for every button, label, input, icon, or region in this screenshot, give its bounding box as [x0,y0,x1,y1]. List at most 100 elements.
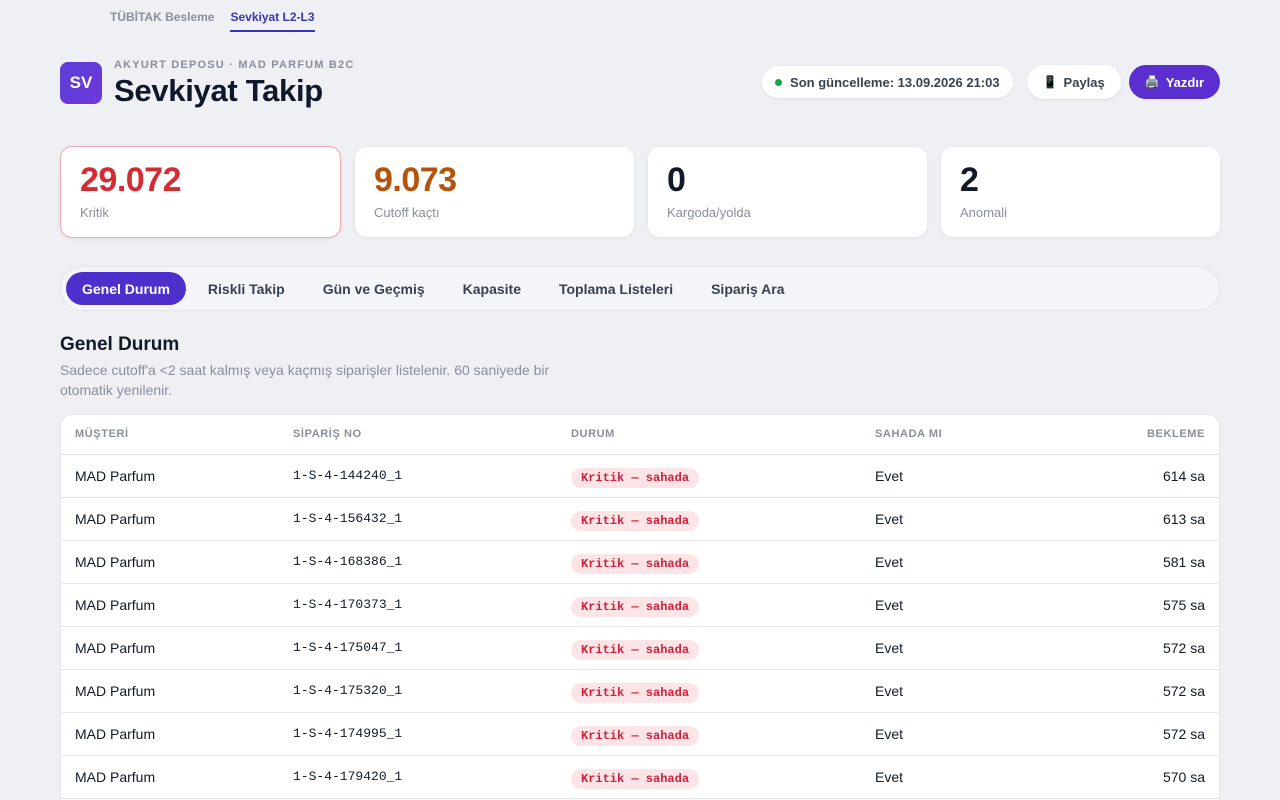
cell-wait: 581 sa [1061,540,1219,584]
card-kritik[interactable]: 29.072 Kritik [60,146,341,238]
header-actions: Son güncelleme: 13.09.2026 21:03 📱 Payla… [762,65,1220,99]
column-header-order-no[interactable]: SİPARİŞ NO [279,415,557,455]
cell-wait: 575 sa [1061,583,1219,627]
column-header-status[interactable]: DURUM [557,415,861,455]
card-cutoff-kacti[interactable]: 9.073 Cutoff kaçtı [355,147,634,237]
section-description: Sadece cutoff'a <2 saat kalmış veya kaçm… [60,362,550,398]
cell-wait: 614 sa [1061,454,1219,498]
cell-customer: MAD Parfum [61,540,279,584]
status-badge: Kritik — sahada [571,596,700,617]
cell-in-field: Evet [861,497,1061,541]
cell-in-field: Evet [861,583,1061,627]
cell-wait: 613 sa [1061,497,1219,541]
table-row[interactable]: MAD Parfum 1-S-4-175320_1 Kritik — sahada E… [61,669,1219,713]
card-value: 29.072 [80,161,182,199]
orders-table: MÜŞTERİ SİPARİŞ NO DURUM SAHADA MI BEKLE… [61,415,1219,799]
cell-status: Kritik — sahada [557,583,861,627]
cell-order-no: 1-S-4-170373_1 [279,583,557,627]
last-update-text: Son güncelleme: 13.09.2026 21:03 [790,74,1000,90]
column-header-wait[interactable]: BEKLEME [1061,415,1219,455]
table-row[interactable]: MAD Parfum 1-S-4-174995_1 Kritik — sahada E… [61,712,1219,756]
table-row[interactable]: MAD Parfum 1-S-4-170373_1 Kritik — sahada E… [61,583,1219,627]
cell-wait: 572 sa [1061,626,1219,670]
table-row[interactable]: MAD Parfum 1-S-4-156432_1 Kritik — sahada E… [61,497,1219,541]
orders-table-container: MÜŞTERİ SİPARİŞ NO DURUM SAHADA MI BEKLE… [60,414,1220,800]
status-badge: Kritik — sahada [571,467,700,488]
cell-customer: MAD Parfum [61,626,279,670]
cell-status: Kritik — sahada [557,712,861,756]
status-badge: Kritik — sahada [571,682,700,703]
status-badge: Kritik — sahada [571,639,700,660]
status-badge: Kritik — sahada [571,510,700,531]
cell-in-field: Evet [861,540,1061,584]
share-label: Paylaş [1063,74,1105,90]
section-title: Genel Durum [60,334,180,355]
cell-order-no: 1-S-4-144240_1 [279,454,557,498]
cell-order-no: 1-S-4-156432_1 [279,497,557,541]
cell-order-no: 1-S-4-175047_1 [279,626,557,670]
cell-customer: MAD Parfum [61,669,279,713]
cell-in-field: Evet [861,669,1061,713]
table-row[interactable]: MAD Parfum 1-S-4-168386_1 Kritik — sahada E… [61,540,1219,584]
last-update-status: Son güncelleme: 13.09.2026 21:03 [762,66,1013,98]
card-label: Kritik [80,205,109,220]
card-label: Cutoff kaçtı [374,205,440,220]
page-eyebrow: AKYURT DEPOSU · MAD PARFUM B2C [114,59,355,71]
tab-genel-durum[interactable]: Genel Durum [66,272,186,305]
column-header-in-field[interactable]: SAHADA MI [861,415,1061,455]
status-badge: Kritik — sahada [571,768,700,789]
cell-status: Kritik — sahada [557,626,861,670]
column-header-customer[interactable]: MÜŞTERİ [61,415,279,455]
card-value: 2 [960,161,979,199]
cell-customer: MAD Parfum [61,712,279,756]
phone-icon: 📱 [1042,75,1058,89]
card-kargoda-yolda[interactable]: 0 Kargoda/yolda [648,147,927,237]
header-titles: AKYURT DEPOSU · MAD PARFUM B2C Sevkiyat … [114,58,355,109]
cell-order-no: 1-S-4-175320_1 [279,669,557,713]
card-value: 0 [667,161,686,199]
cell-wait: 572 sa [1061,669,1219,713]
cell-order-no: 1-S-4-179420_1 [279,755,557,799]
tab-riskli-takip[interactable]: Riskli Takip [192,272,301,305]
cell-customer: MAD Parfum [61,583,279,627]
tab-bar: Genel Durum Riskli Takip Gün ve Geçmiş K… [60,266,1220,311]
print-button[interactable]: 🖨️ Yazdır [1128,65,1220,99]
topnav-tubitak-besleme[interactable]: TÜBİTAK Besleme [110,0,214,32]
card-value: 9.073 [374,161,457,199]
share-button[interactable]: 📱 Paylaş [1026,65,1121,99]
top-navigation: TÜBİTAK Besleme Sevkiyat L2-L3 [110,0,315,34]
tab-toplama-listeleri[interactable]: Toplama Listeleri [543,272,689,305]
page-header: SV AKYURT DEPOSU · MAD PARFUM B2C Sevkiy… [60,58,355,109]
status-badge: Kritik — sahada [571,553,700,574]
topnav-sevkiyat-l2-l3[interactable]: Sevkiyat L2-L3 [230,0,315,32]
cell-status: Kritik — sahada [557,497,861,541]
cell-wait: 572 sa [1061,712,1219,756]
card-label: Anomali [960,205,1007,220]
print-label: Yazdır [1165,74,1204,90]
cell-status: Kritik — sahada [557,540,861,584]
tab-gun-ve-gecmis[interactable]: Gün ve Geçmiş [307,272,441,305]
cell-order-no: 1-S-4-168386_1 [279,540,557,584]
table-row[interactable]: MAD Parfum 1-S-4-175047_1 Kritik — sahada E… [61,626,1219,670]
status-badge: Kritik — sahada [571,725,700,746]
cell-status: Kritik — sahada [557,669,861,713]
printer-icon: 🖨️ [1144,75,1160,89]
cell-wait: 570 sa [1061,755,1219,799]
cell-customer: MAD Parfum [61,454,279,498]
app-logo: SV [60,62,102,104]
cell-in-field: Evet [861,712,1061,756]
table-row[interactable]: MAD Parfum 1-S-4-144240_1 Kritik — sahada E… [61,454,1219,498]
tab-kapasite[interactable]: Kapasite [447,272,537,305]
summary-cards: 29.072 Kritik 9.073 Cutoff kaçtı 0 Kargo… [60,146,1220,238]
cell-in-field: Evet [861,626,1061,670]
cell-customer: MAD Parfum [61,755,279,799]
tab-siparis-ara[interactable]: Sipariş Ara [695,272,800,305]
cell-customer: MAD Parfum [61,497,279,541]
cell-in-field: Evet [861,755,1061,799]
table-row[interactable]: MAD Parfum 1-S-4-179420_1 Kritik — sahada E… [61,755,1219,799]
cell-in-field: Evet [861,454,1061,498]
table-header-row: MÜŞTERİ SİPARİŞ NO DURUM SAHADA MI BEKLE… [61,415,1219,455]
page-title: Sevkiyat Takip [114,73,323,108]
status-dot-icon [775,78,783,86]
card-anomali[interactable]: 2 Anomali [941,147,1220,237]
